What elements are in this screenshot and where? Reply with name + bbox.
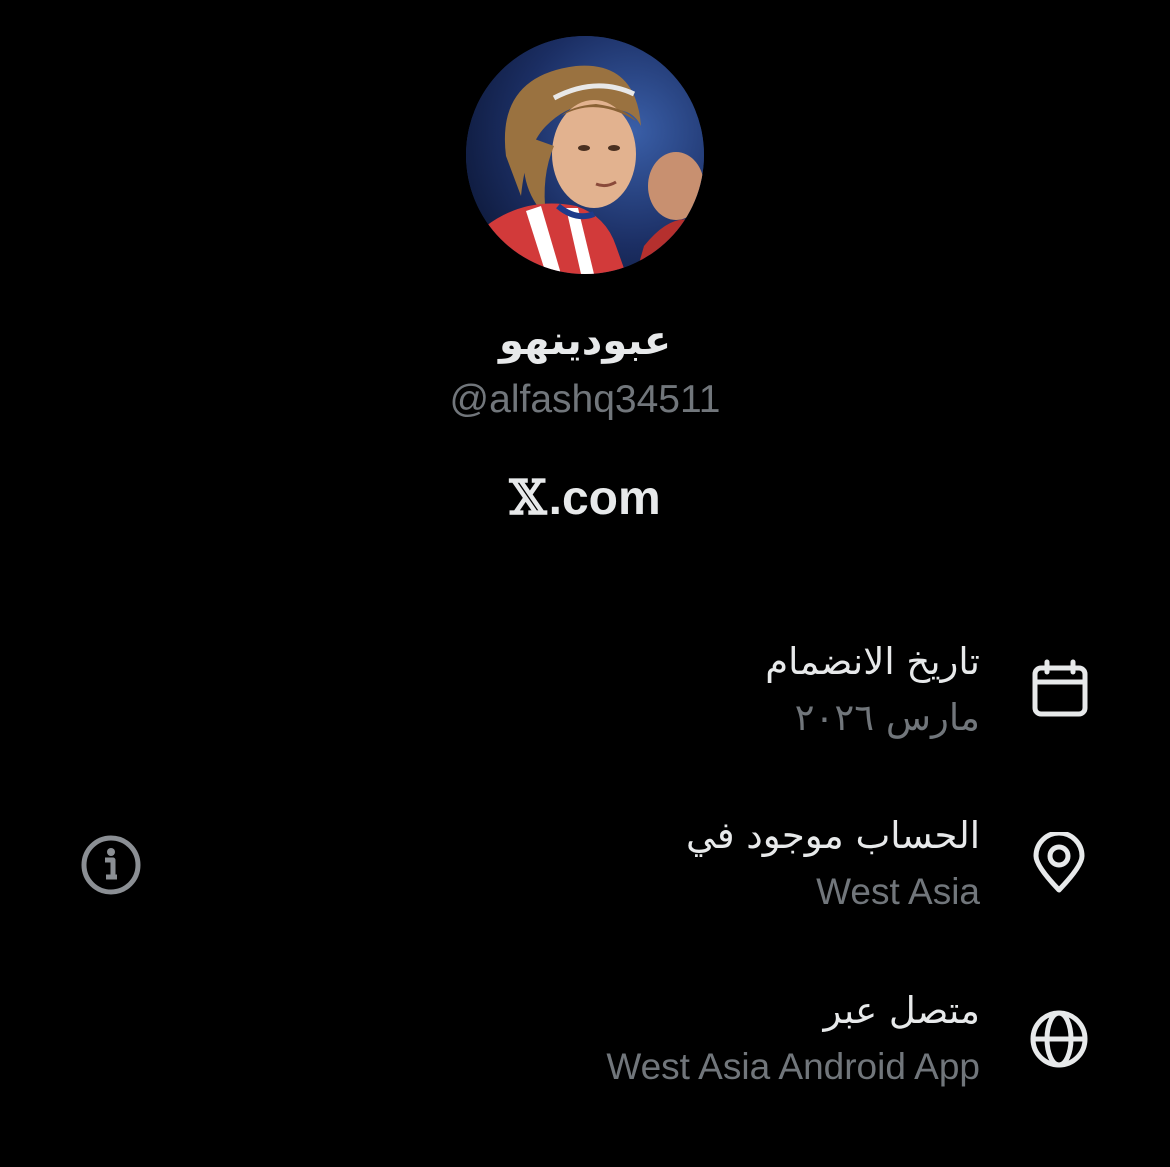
display-name: عبودينهو	[498, 318, 672, 364]
connected-via-value: West Asia Android App	[606, 1046, 980, 1087]
avatar-image	[466, 36, 704, 274]
account-location-label: الحساب موجود في	[686, 814, 980, 857]
calendar-icon	[1032, 659, 1088, 717]
globe-icon	[1030, 1010, 1088, 1068]
account-location-value: West Asia	[816, 871, 980, 912]
account-location-row: الحساب موجود في West Asia	[686, 808, 980, 920]
joined-date-value: مارس ٢٠٢٦	[794, 696, 980, 739]
location-pin-icon	[1033, 832, 1085, 893]
x-logo-icon: 𝕏	[509, 470, 547, 526]
profile-avatar[interactable]	[466, 36, 704, 274]
brand-link[interactable]: 𝕏.com	[0, 470, 1170, 526]
joined-date-row: تاريخ الانضمام مارس ٢٠٢٦	[765, 634, 980, 746]
brand-domain: .com	[548, 472, 661, 525]
joined-date-label: تاريخ الانضمام	[765, 640, 980, 683]
info-icon[interactable]	[79, 833, 143, 897]
connected-via-label: متصل عبر	[823, 989, 980, 1032]
user-handle[interactable]: @alfashq34511	[0, 378, 1170, 422]
connected-via-row: متصل عبر West Asia Android App	[606, 983, 980, 1095]
